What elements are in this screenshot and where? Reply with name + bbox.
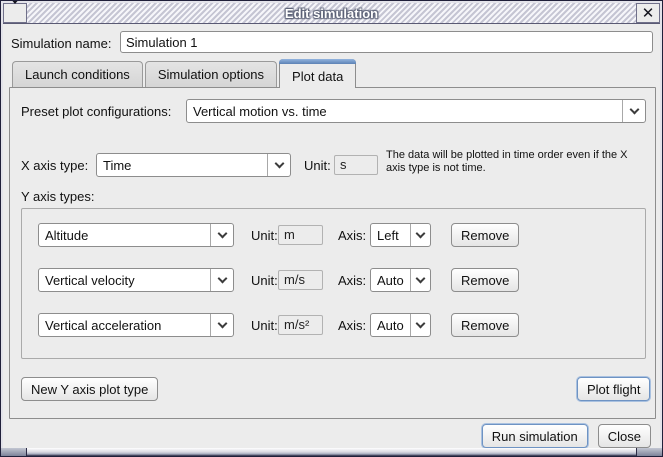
axis-label: Axis:	[338, 228, 366, 243]
preset-config-value: Vertical motion vs. time	[187, 100, 622, 122]
preset-config-select[interactable]: Vertical motion vs. time	[186, 99, 646, 123]
unit-field: m	[278, 225, 323, 245]
edit-simulation-dialog: Edit simulation ✕ Simulation name: Launc…	[0, 0, 663, 457]
axis-side-value: Auto	[371, 269, 410, 291]
y-axis-type-select[interactable]: Vertical velocity	[38, 268, 234, 292]
unit-label: Unit:	[251, 273, 278, 288]
tab-bar: Launch conditions Simulation options Plo…	[12, 59, 358, 87]
preset-config-label: Preset plot configurations:	[21, 104, 171, 119]
axis-side-select[interactable]: Auto	[370, 313, 431, 337]
y-axis-type-select[interactable]: Altitude	[38, 223, 234, 247]
y-axis-type-select[interactable]: Vertical acceleration	[38, 313, 234, 337]
y-axis-type-value: Vertical velocity	[39, 269, 210, 291]
chevron-down-icon	[622, 100, 645, 122]
tab-simulation-options[interactable]: Simulation options	[145, 61, 277, 87]
resize-corner-left[interactable]	[1, 448, 27, 456]
tab-plot-data[interactable]: Plot data	[279, 59, 356, 88]
chevron-down-icon	[410, 224, 430, 246]
x-axis-type-value: Time	[97, 154, 267, 176]
unit-field: m/s	[278, 270, 323, 290]
resize-corner-right[interactable]	[636, 448, 662, 456]
remove-button[interactable]: Remove	[451, 223, 519, 247]
chevron-down-icon	[210, 314, 233, 336]
x-axis-type-label: X axis type:	[21, 158, 88, 173]
axis-side-value: Left	[371, 224, 410, 246]
y-axis-type-value: Vertical acceleration	[39, 314, 210, 336]
window-close-button[interactable]: ✕	[636, 3, 660, 23]
chevron-down-icon	[210, 224, 233, 246]
simulation-name-label: Simulation name:	[11, 36, 111, 51]
window-bottom-frame[interactable]	[1, 448, 662, 456]
unit-label: Unit:	[251, 318, 278, 333]
plot-flight-button[interactable]: Plot flight	[577, 377, 650, 401]
axis-side-select[interactable]: Left	[370, 223, 431, 247]
window-menu-icon	[10, 4, 21, 22]
chevron-down-icon	[410, 269, 430, 291]
window-title: Edit simulation	[285, 6, 378, 21]
x-axis-unit-label: Unit:	[304, 158, 331, 173]
remove-button[interactable]: Remove	[451, 268, 519, 292]
axis-side-select[interactable]: Auto	[370, 268, 431, 292]
chevron-down-icon	[267, 154, 290, 176]
close-button[interactable]: Close	[598, 424, 651, 448]
titlebar-stripes[interactable]: Edit simulation	[27, 3, 636, 23]
axis-label: Axis:	[338, 273, 366, 288]
chevron-down-icon	[210, 269, 233, 291]
unit-field: m/s²	[278, 315, 323, 335]
x-axis-unit-field: s	[334, 155, 378, 175]
run-simulation-button[interactable]: Run simulation	[482, 424, 588, 448]
time-order-note: The data will be plotted in time order e…	[386, 149, 650, 175]
axis-label: Axis:	[338, 318, 366, 333]
y-axis-type-value: Altitude	[39, 224, 210, 246]
chevron-down-icon	[410, 314, 430, 336]
new-y-axis-plot-type-button[interactable]: New Y axis plot type	[21, 377, 158, 401]
tab-launch-conditions[interactable]: Launch conditions	[12, 61, 143, 87]
simulation-name-input[interactable]	[120, 31, 653, 53]
x-axis-type-select[interactable]: Time	[96, 153, 291, 177]
remove-button[interactable]: Remove	[451, 313, 519, 337]
axis-side-value: Auto	[371, 314, 410, 336]
dialog-action-row: Run simulation Close	[482, 424, 651, 448]
unit-label: Unit:	[251, 228, 278, 243]
window-menu-button[interactable]	[3, 3, 27, 23]
titlebar: Edit simulation ✕	[3, 3, 660, 24]
y-axis-types-label: Y axis types:	[21, 189, 94, 204]
close-icon: ✕	[642, 6, 655, 21]
